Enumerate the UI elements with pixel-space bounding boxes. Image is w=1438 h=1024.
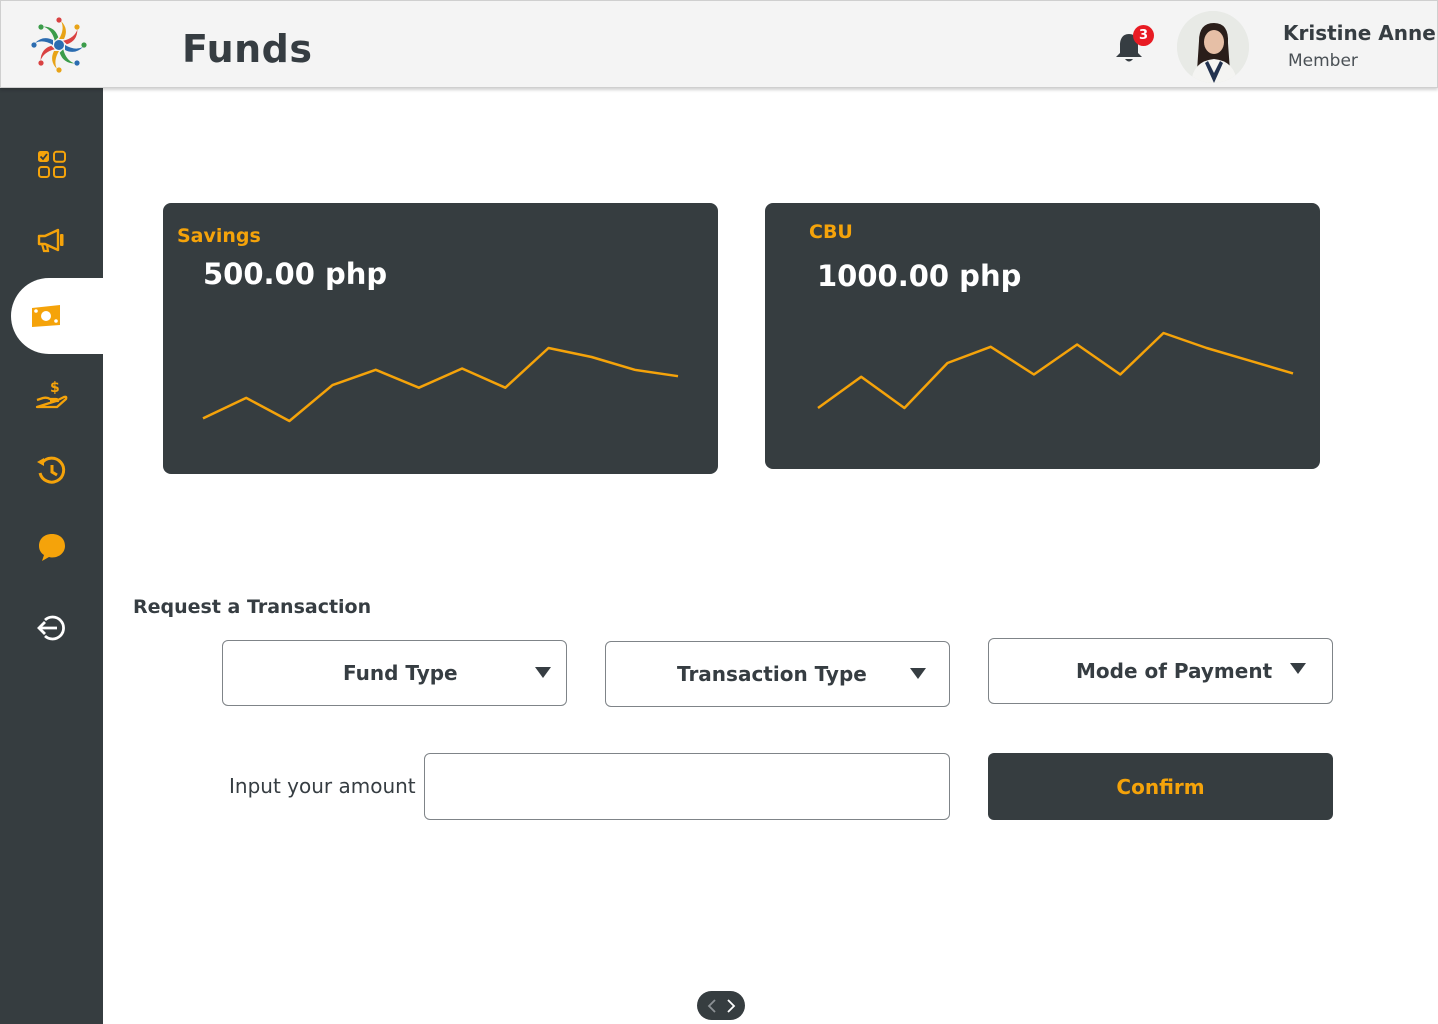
user-name: Kristine Anne: [1283, 21, 1436, 45]
request-transaction-title: Request a Transaction: [133, 596, 372, 618]
amount-label: Input your amount: [229, 774, 416, 798]
savings-card[interactable]: Savings 500.00 php: [163, 203, 718, 474]
loan-hand-icon: $: [35, 380, 67, 409]
chevron-left-icon[interactable]: [704, 996, 720, 1016]
sidebar-item-loans[interactable]: $: [0, 364, 103, 426]
top-header: Funds 3 Kristine Anne Member: [0, 0, 1438, 88]
mode-of-payment-label: Mode of Payment: [1076, 659, 1273, 683]
fund-type-chevron-down-icon: [535, 667, 551, 678]
funds-page: Funds 3 Kristine Anne Member $ Savings 5…: [0, 0, 1438, 1024]
user-role: Member: [1288, 51, 1358, 71]
notification-count-badge: 3: [1133, 25, 1154, 46]
sidebar: $: [0, 88, 103, 1024]
amount-input[interactable]: [424, 753, 950, 820]
transaction-type-chevron-down-icon: [910, 668, 926, 679]
page-title: Funds: [182, 27, 313, 71]
fund-type-label: Fund Type: [343, 661, 458, 685]
trend-polyline: [202, 346, 679, 423]
cbu-card[interactable]: CBU 1000.00 php: [765, 203, 1320, 469]
fund-type-select[interactable]: Fund Type: [222, 640, 567, 706]
mode-of-payment-select[interactable]: Mode of Payment: [988, 638, 1333, 704]
savings-trend-line: [202, 346, 679, 423]
mode-of-payment-chevron-down-icon: [1290, 663, 1306, 674]
sidebar-item-history[interactable]: [0, 440, 103, 502]
svg-text:$: $: [50, 380, 60, 396]
sidebar-item-announcements[interactable]: [0, 209, 103, 271]
history-icon: [36, 456, 65, 484]
transaction-type-label: Transaction Type: [677, 662, 867, 686]
dashboard-icon: [37, 150, 66, 178]
transaction-type-select[interactable]: Transaction Type: [605, 641, 950, 707]
megaphone-icon: [37, 228, 63, 253]
page-scroll-control: [697, 991, 745, 1020]
sidebar-item-messages[interactable]: [0, 516, 103, 578]
money-icon: [32, 305, 60, 327]
cooperative-logo[interactable]: [31, 17, 87, 73]
sidebar-item-funds[interactable]: [11, 278, 103, 354]
trend-polyline: [817, 331, 1294, 410]
cbu-trend-line: [817, 331, 1294, 410]
chat-icon: [38, 534, 65, 561]
confirm-button[interactable]: Confirm: [988, 753, 1333, 820]
user-avatar[interactable]: [1177, 11, 1249, 83]
sidebar-item-logout[interactable]: [0, 597, 103, 659]
sidebar-item-dashboard[interactable]: [0, 134, 103, 196]
logout-icon: [36, 615, 65, 641]
chevron-right-icon[interactable]: [723, 996, 739, 1016]
